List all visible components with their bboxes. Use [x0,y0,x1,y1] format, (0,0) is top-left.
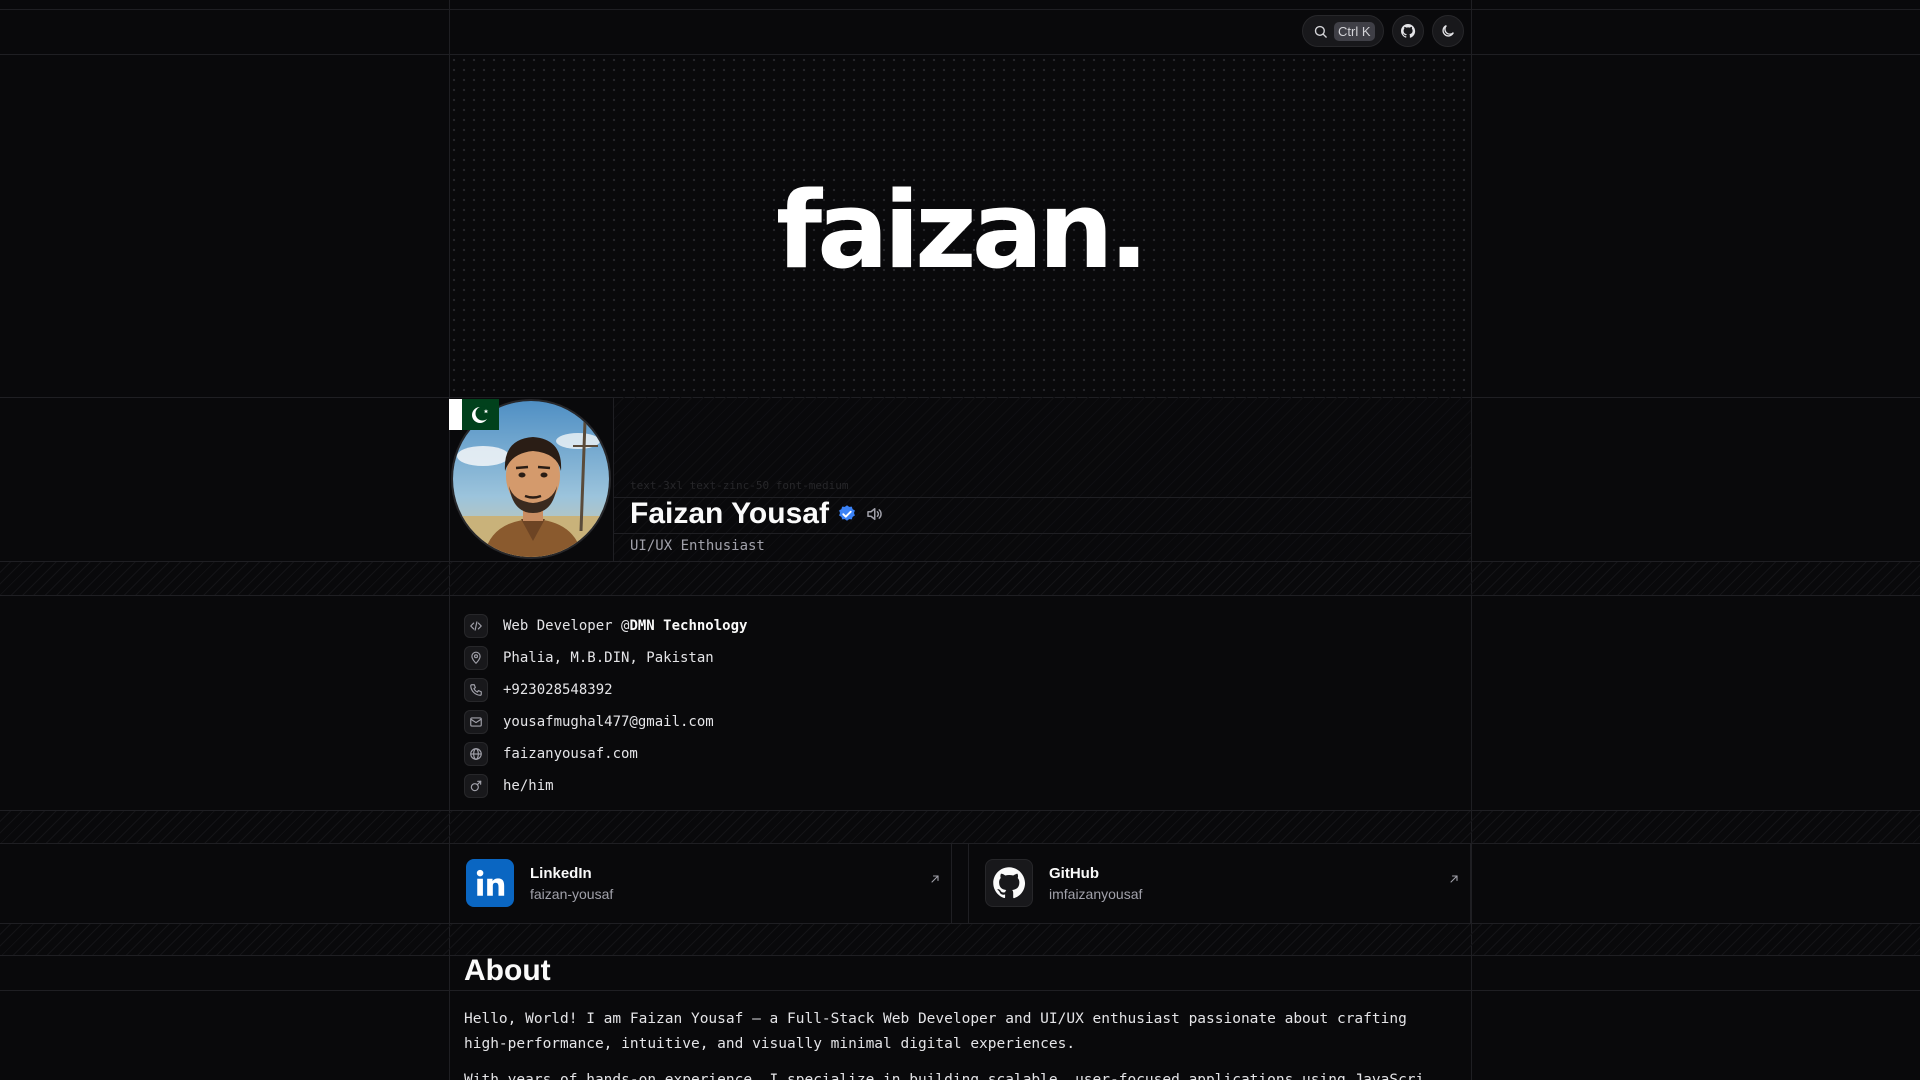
map-pin-icon [464,646,488,670]
search-icon [1314,25,1327,38]
github-card[interactable]: GitHub imfaizanyousaf [968,843,1471,923]
globe-icon [464,742,488,766]
list-item: Phalia, M.B.DIN, Pakistan [464,642,747,674]
github-icon [1401,24,1416,38]
divider [0,843,1920,844]
linkedin-handle: faizan-yousaf [530,885,614,902]
pronouns-text: he/him [503,778,554,794]
about-paragraph: With years of hands-on experience, I spe… [464,1072,1424,1080]
section-separator [0,562,1920,595]
company-link[interactable]: DMN Technology [629,618,747,634]
list-item: he/him [464,770,747,802]
crescent-icon [471,406,489,423]
list-item: yousafmughal477@gmail.com [464,706,747,738]
divider [0,990,1920,991]
list-item: Web Developer @DMN Technology [464,610,747,642]
linkedin-card[interactable]: LinkedIn faizan-yousaf [449,843,952,923]
linkedin-icon [466,859,514,907]
linkedin-label: LinkedIn [530,864,592,882]
github-link-button[interactable] [1392,15,1424,47]
header-actions: Ctrl K [1302,15,1464,47]
verified-badge-icon [839,505,855,521]
about-paragraph: Hello, World! I am Faizan Yousaf — a Ful… [464,1011,1407,1052]
male-icon [464,774,488,798]
search-button[interactable]: Ctrl K [1302,15,1384,47]
site-header: Ctrl K [0,9,1920,55]
section-separator [0,924,1920,955]
github-icon [985,859,1033,907]
theme-toggle-button[interactable] [1432,15,1464,47]
mail-icon [464,710,488,734]
code-icon [464,614,488,638]
external-arrow-icon [1450,875,1458,883]
phone-link[interactable]: +923028548392 [503,682,613,698]
external-arrow-icon [931,875,939,883]
country-flag [449,399,499,430]
section-separator [0,811,1920,843]
profile-name: Faizan Yousaf [630,497,829,530]
profile-role: UI/UX Enthusiast [630,538,765,554]
speaker-icon[interactable] [865,505,883,523]
github-handle: imfaizanyousaf [1049,885,1143,902]
about-heading: About [464,954,551,987]
moon-icon [1442,25,1454,37]
github-label: GitHub [1049,864,1099,882]
hero-title: faizan. [776,168,1149,292]
list-item: +923028548392 [464,674,747,706]
name-row: Faizan Yousaf [630,497,883,531]
divider [1471,0,1472,1080]
divider [0,595,1920,596]
divider [614,533,1472,534]
email-link[interactable]: yousafmughal477@gmail.com [503,714,714,730]
list-item: faizanyousaf.com [464,738,747,770]
location-text: Phalia, M.B.DIN, Pakistan [503,650,714,666]
hero-banner: faizan. [449,55,1471,397]
profile-header: text-3xl text-zinc-50 font-medium Faizan… [613,397,1472,561]
website-link[interactable]: faizanyousaf.com [503,746,638,762]
divider [0,955,1920,956]
job-title: Web Developer @DMN Technology [503,618,748,634]
placeholder-caption: text-3xl text-zinc-50 font-medium [630,479,849,492]
avatar-container [449,397,613,561]
phone-icon [464,678,488,702]
search-shortcut: Ctrl K [1334,21,1375,41]
contact-info-list: Web Developer @DMN Technology Phalia, M.… [464,610,747,802]
